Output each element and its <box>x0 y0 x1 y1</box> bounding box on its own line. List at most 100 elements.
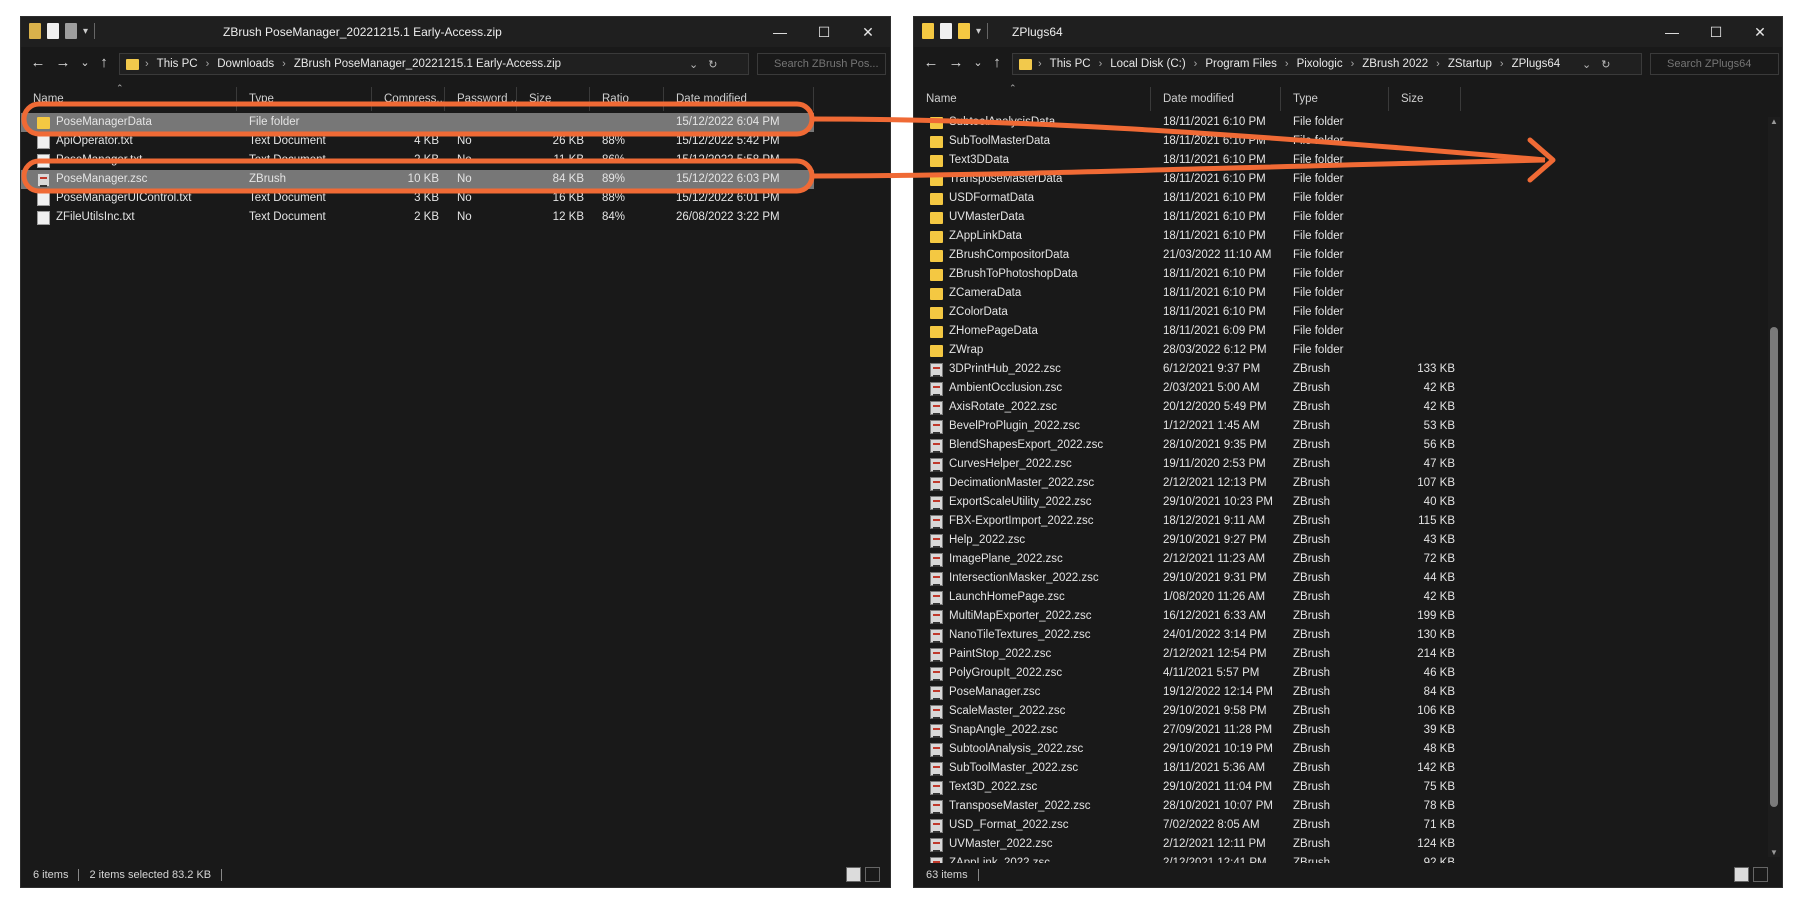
file-row[interactable]: SubtoolAnalysisData 18/11/2021 6:10 PM Fil… <box>914 113 1461 132</box>
minimize-button[interactable]: — <box>758 17 802 47</box>
column-header-0[interactable]: Name <box>21 87 237 111</box>
file-row[interactable]: LaunchHomePage.zsc 1/08/2020 11:26 AM ZBru… <box>914 588 1461 607</box>
file-row[interactable]: TransposeMasterData 18/11/2021 6:10 PM Fil… <box>914 170 1461 189</box>
search-input[interactable] <box>1659 58 1778 70</box>
folder-properties-icon[interactable] <box>29 23 41 39</box>
search-box[interactable] <box>1650 53 1779 75</box>
file-row[interactable]: AmbientOcclusion.zsc 2/03/2021 5:00 AM ZBr… <box>914 379 1461 398</box>
file-row[interactable]: USD_Format_2022.zsc 7/02/2022 8:05 AM ZBru… <box>914 816 1461 835</box>
new-folder-icon[interactable] <box>958 23 970 39</box>
file-row[interactable]: Help_2022.zsc 29/10/2021 9:27 PM ZBrush 43 … <box>914 531 1461 550</box>
address-dropdown-icon[interactable]: ⌄ <box>1582 58 1591 71</box>
file-row[interactable]: SubToolMaster_2022.zsc 18/11/2021 5:36 AM… <box>914 759 1461 778</box>
recent-locations-button[interactable]: ⌄ <box>969 53 987 73</box>
folder-properties-icon[interactable] <box>922 23 934 39</box>
minimize-button[interactable]: — <box>1650 17 1694 47</box>
refresh-icon[interactable]: ↻ <box>708 58 717 71</box>
vertical-scrollbar[interactable]: ▲ ▼ <box>1768 117 1780 857</box>
search-input[interactable] <box>766 58 885 70</box>
close-button[interactable]: ✕ <box>1738 17 1782 47</box>
file-row[interactable]: DecimationMaster_2022.zsc 2/12/2021 12:13… <box>914 474 1461 493</box>
close-button[interactable]: ✕ <box>846 17 890 47</box>
file-row[interactable]: ZHomePageData 18/11/2021 6:09 PM File fold… <box>914 322 1461 341</box>
scroll-down-icon[interactable]: ▼ <box>1768 848 1780 857</box>
file-row[interactable]: PoseManager.txt Text Document 2 KB No 11 KB 8… <box>21 151 814 170</box>
title-bar[interactable]: ▾ ZPlugs64 — ☐ ✕ <box>914 17 1782 47</box>
file-row[interactable]: ZFileUtilsInc.txt Text Document 2 KB No 12 K… <box>21 208 814 227</box>
customize-toolbar-icon[interactable]: ▾ <box>976 26 981 37</box>
column-header-0[interactable]: Name <box>914 87 1151 111</box>
checklist-icon[interactable] <box>940 23 952 39</box>
file-row[interactable]: BevelProPlugin_2022.zsc 1/12/2021 1:45 AM… <box>914 417 1461 436</box>
file-row[interactable]: SnapAngle_2022.zsc 27/09/2021 11:28 PM ZBr… <box>914 721 1461 740</box>
column-header-2[interactable]: Compress... <box>372 87 445 111</box>
breadcrumb-this-pc[interactable]: This PC <box>1050 58 1091 70</box>
column-header-3[interactable]: Size <box>1389 87 1461 111</box>
file-row[interactable]: UVMaster_2022.zsc 2/12/2021 12:11 PM ZBrus… <box>914 835 1461 854</box>
file-row[interactable]: MultiMapExporter_2022.zsc 16/12/2021 6:33… <box>914 607 1461 626</box>
customize-toolbar-icon[interactable]: ▾ <box>83 26 88 37</box>
column-header-1[interactable]: Date modified <box>1151 87 1281 111</box>
column-header-1[interactable]: Type <box>237 87 372 111</box>
file-row[interactable]: AxisRotate_2022.zsc 20/12/2020 5:49 PM ZBr… <box>914 398 1461 417</box>
address-bar[interactable]: › This PC › Downloads › ZBrush PoseManag… <box>119 53 749 75</box>
large-icons-view-icon[interactable] <box>1753 867 1768 882</box>
column-header-4[interactable]: Size <box>517 87 590 111</box>
back-button[interactable]: ← <box>922 53 940 73</box>
file-row[interactable]: PaintStop_2022.zsc 2/12/2021 12:54 PM ZBru… <box>914 645 1461 664</box>
title-bar[interactable]: ▾ ZBrush PoseManager_20221215.1 Early-Ac… <box>21 17 890 47</box>
search-box[interactable] <box>757 53 886 75</box>
file-row[interactable]: ExportScaleUtility_2022.zsc 29/10/2021 10… <box>914 493 1461 512</box>
file-row[interactable]: SubtoolAnalysis_2022.zsc 29/10/2021 10:19… <box>914 740 1461 759</box>
file-row[interactable]: PoseManagerData File folder 15/12/2022 6:0… <box>21 113 814 132</box>
breadcrumb-zstartup[interactable]: ZStartup <box>1448 58 1492 70</box>
file-row[interactable]: ImagePlane_2022.zsc 2/12/2021 11:23 AM ZBr… <box>914 550 1461 569</box>
forward-button[interactable]: → <box>54 53 72 73</box>
file-row[interactable]: ZWrap 28/03/2022 6:12 PM File folder <box>914 341 1461 360</box>
file-row[interactable]: TransposeMaster_2022.zsc 28/10/2021 10:07… <box>914 797 1461 816</box>
up-button[interactable]: ↑ <box>95 53 113 73</box>
file-row[interactable]: CurvesHelper_2022.zsc 19/11/2020 2:53 PM Z… <box>914 455 1461 474</box>
file-row[interactable]: 3DPrintHub_2022.zsc 6/12/2021 9:37 PM ZBru… <box>914 360 1461 379</box>
back-button[interactable]: ← <box>29 53 47 73</box>
breadcrumb-zplugs64[interactable]: ZPlugs64 <box>1512 58 1561 70</box>
file-row[interactable]: ZColorData 18/11/2021 6:10 PM File folder <box>914 303 1461 322</box>
address-dropdown-icon[interactable]: ⌄ <box>689 58 698 71</box>
breadcrumb-this-pc[interactable]: This PC <box>157 58 198 70</box>
details-view-icon[interactable] <box>1734 867 1749 882</box>
file-row[interactable]: ZCameraData 18/11/2021 6:10 PM File folder <box>914 284 1461 303</box>
file-row[interactable]: USDFormatData 18/11/2021 6:10 PM File fold… <box>914 189 1461 208</box>
column-header-5[interactable]: Ratio <box>590 87 664 111</box>
file-row[interactable]: PoseManagerUIControl.txt Text Document 3 K… <box>21 189 814 208</box>
breadcrumb-local-disk[interactable]: Local Disk (C:) <box>1110 58 1185 70</box>
new-folder-icon[interactable] <box>65 23 77 39</box>
file-row[interactable]: FBX-ExportImport_2022.zsc 18/12/2021 9:11… <box>914 512 1461 531</box>
file-row[interactable]: SubToolMasterData 18/11/2021 6:10 PM File … <box>914 132 1461 151</box>
file-row[interactable]: ScaleMaster_2022.zsc 29/10/2021 9:58 PM ZB… <box>914 702 1461 721</box>
file-row[interactable]: IntersectionMasker_2022.zsc 29/10/2021 9:… <box>914 569 1461 588</box>
column-header-2[interactable]: Type <box>1281 87 1389 111</box>
forward-button[interactable]: → <box>947 53 965 73</box>
breadcrumb-downloads[interactable]: Downloads <box>217 58 274 70</box>
large-icons-view-icon[interactable] <box>865 867 880 882</box>
scroll-up-icon[interactable]: ▲ <box>1768 117 1780 126</box>
scrollbar-thumb[interactable] <box>1770 327 1778 807</box>
breadcrumb-zbrush-2022[interactable]: ZBrush 2022 <box>1362 58 1428 70</box>
column-header-6[interactable]: Date modified <box>664 87 814 111</box>
file-row[interactable]: Text3DData 18/11/2021 6:10 PM File folder <box>914 151 1461 170</box>
breadcrumb-pixologic[interactable]: Pixologic <box>1297 58 1343 70</box>
file-row[interactable]: BlendShapesExport_2022.zsc 28/10/2021 9:3… <box>914 436 1461 455</box>
breadcrumb-zip[interactable]: ZBrush PoseManager_20221215.1 Early-Acce… <box>294 58 561 70</box>
file-row[interactable]: ZBrushCompositorData 21/03/2022 11:10 AM F… <box>914 246 1461 265</box>
file-row[interactable]: ApiOperator.txt Text Document 4 KB No 26 KB 8… <box>21 132 814 151</box>
refresh-icon[interactable]: ↻ <box>1601 58 1610 71</box>
file-row[interactable]: Text3D_2022.zsc 29/10/2021 11:04 PM ZBrush… <box>914 778 1461 797</box>
file-row[interactable]: ZBrushToPhotoshopData 18/11/2021 6:10 PM F… <box>914 265 1461 284</box>
file-row[interactable]: PolyGroupIt_2022.zsc 4/11/2021 5:57 PM ZBr… <box>914 664 1461 683</box>
file-row[interactable]: ZAppLinkData 18/11/2021 6:10 PM File folde… <box>914 227 1461 246</box>
checklist-icon[interactable] <box>47 23 59 39</box>
file-row[interactable]: PoseManager.zsc 19/12/2022 12:14 PM ZBrush… <box>914 683 1461 702</box>
up-button[interactable]: ↑ <box>988 53 1006 73</box>
breadcrumb-program-files[interactable]: Program Files <box>1205 58 1277 70</box>
recent-locations-button[interactable]: ⌄ <box>76 53 94 73</box>
